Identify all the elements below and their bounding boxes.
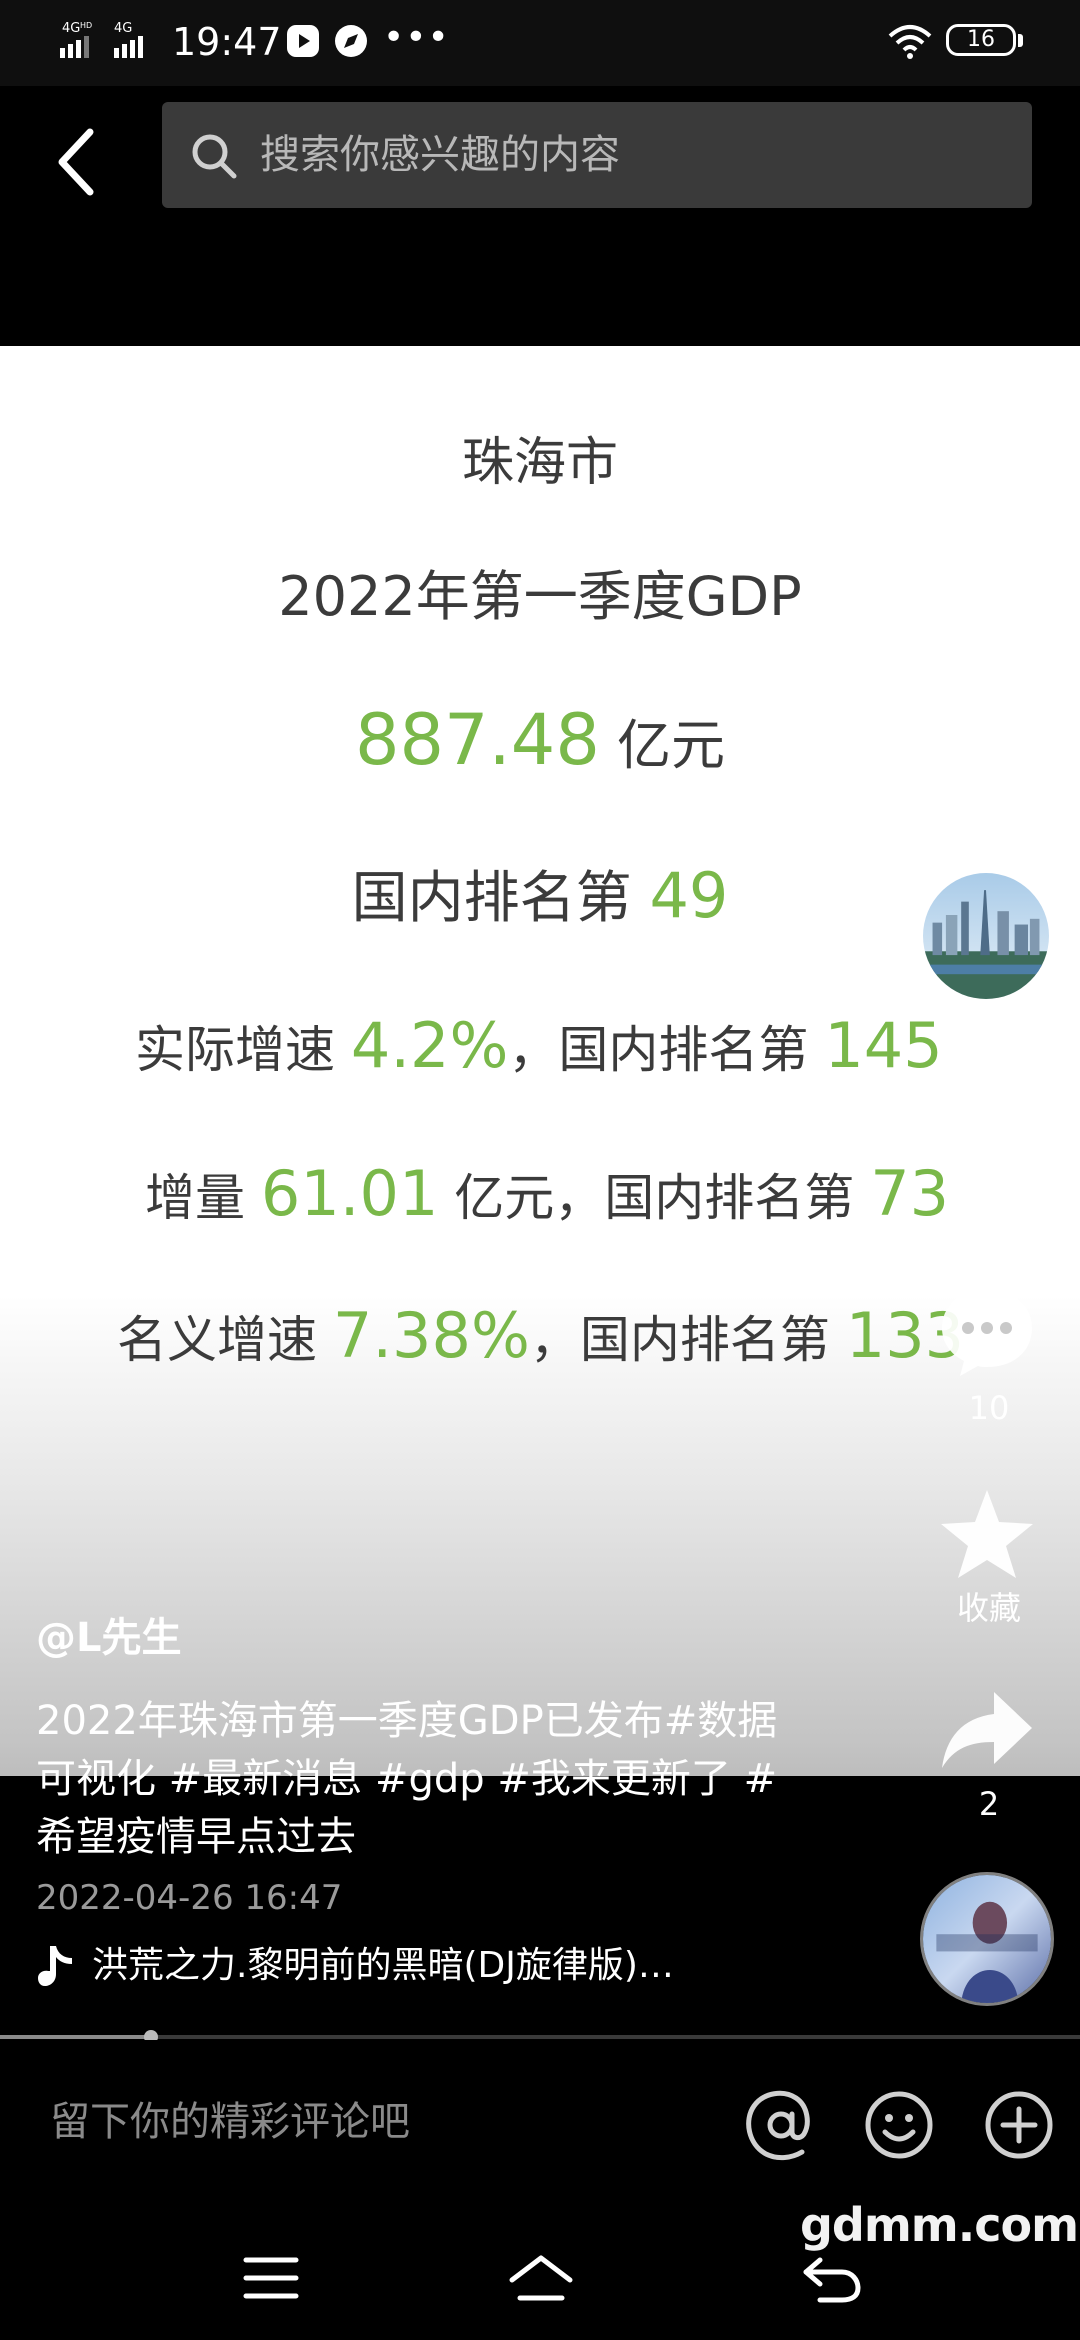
battery-nub: [1018, 34, 1023, 47]
real-growth-rank-value: 145: [824, 1009, 943, 1082]
increment-value: 61.01: [260, 1157, 439, 1230]
author-avatar[interactable]: [920, 870, 1052, 1002]
app-screen: 4G HD 4G 19:47 ••• 16 搜索你感兴趣的内容 珠海市 2022…: [0, 0, 1080, 2340]
author-name[interactable]: @L先生: [36, 1610, 182, 1666]
svg-text:HD: HD: [80, 21, 92, 30]
increment-rank-label: 亿元，国内排名第: [438, 1169, 871, 1227]
wifi-icon: [888, 25, 932, 59]
nominal-growth-label: 名义增速: [117, 1311, 333, 1369]
gdp-rank-line: 国内排名第 49: [0, 856, 1080, 939]
menu-icon[interactable]: [236, 2250, 306, 2306]
video-player[interactable]: 珠海市 2022年第一季度GDP 887.48 亿元 国内排名第 49 实际增速…: [0, 346, 1080, 1776]
add-plus-icon[interactable]: [982, 2088, 1056, 2162]
gdp-rank-value: 49: [649, 859, 729, 932]
progress-fill: [0, 2035, 152, 2039]
status-bar: 4G HD 4G 19:47 ••• 16: [0, 0, 1080, 86]
video-gdp-title: 2022年第一季度GDP: [278, 565, 802, 628]
increment-label: 增量: [145, 1169, 261, 1227]
music-track[interactable]: 洪荒之力.黎明前的黑暗(DJ旋律版)…: [36, 1938, 896, 1994]
real-growth-value: 4.2%: [350, 1009, 509, 1082]
nominal-growth-value: 7.38%: [332, 1299, 530, 1372]
music-title: 洪荒之力.黎明前的黑暗(DJ旋律版)…: [92, 1945, 674, 1986]
comment-bar: 留下你的精彩评论吧: [0, 2040, 1080, 2210]
favorite-star-icon[interactable]: [936, 1486, 1038, 1582]
real-growth-line: 实际增速 4.2%，国内排名第 145: [135, 1006, 1080, 1090]
emoji-icon[interactable]: [862, 2088, 936, 2162]
video-app-icon: [287, 25, 319, 57]
post-date: 2022-04-26 16:47: [36, 1878, 343, 1918]
music-note-icon: [38, 1946, 72, 1986]
favorite-label: 收藏: [956, 1589, 1021, 1627]
gdp-rank-label: 国内排名第: [351, 866, 650, 931]
gdp-value-line: 887.48 亿元: [0, 700, 1080, 786]
svg-text:4G: 4G: [62, 21, 80, 36]
like-heart-icon[interactable]: [936, 1084, 1038, 1180]
compass-app-icon: [335, 25, 367, 57]
video-city-title: 珠海市: [461, 433, 618, 493]
comment-count: 10: [968, 1389, 1010, 1427]
status-time: 19:47: [172, 20, 282, 64]
mention-at-icon[interactable]: [744, 2088, 818, 2162]
watermark-text: gdmm.com: [800, 2198, 1079, 2252]
share-count: 2: [978, 1785, 1000, 1823]
search-input[interactable]: 搜索你感兴趣的内容: [162, 102, 1032, 208]
gdp-unit: 亿元: [599, 714, 726, 777]
search-header: 搜索你感兴趣的内容: [0, 86, 1080, 346]
search-placeholder: 搜索你感兴趣的内容: [260, 132, 620, 178]
home-icon[interactable]: [506, 2250, 576, 2306]
video-progress-bar[interactable]: [0, 2030, 1080, 2044]
back-button[interactable]: [48, 122, 108, 202]
comment-input[interactable]: 留下你的精彩评论吧: [50, 2092, 410, 2152]
share-arrow-icon[interactable]: [936, 1684, 1038, 1780]
svg-text:4G: 4G: [114, 21, 132, 36]
real-growth-rank-label: ，国内排名第: [508, 1021, 825, 1079]
like-count: 15: [968, 1189, 1010, 1227]
nominal-growth-rank-label: ，国内排名第: [529, 1311, 846, 1369]
gdp-value: 887.48: [354, 699, 600, 781]
real-growth-label: 实际增速: [135, 1021, 351, 1079]
post-caption[interactable]: 2022年珠海市第一季度GDP已发布#数据可视化 #最新消息 #gdp #我来更…: [36, 1692, 796, 1866]
comment-bubble-icon[interactable]: [936, 1284, 1038, 1380]
signal-icon: 4G HD 4G: [60, 21, 143, 58]
music-disc-icon[interactable]: [920, 1872, 1054, 2006]
battery-icon: 16: [946, 24, 1016, 56]
search-icon: [192, 134, 237, 179]
status-more-icon: •••: [383, 17, 450, 58]
